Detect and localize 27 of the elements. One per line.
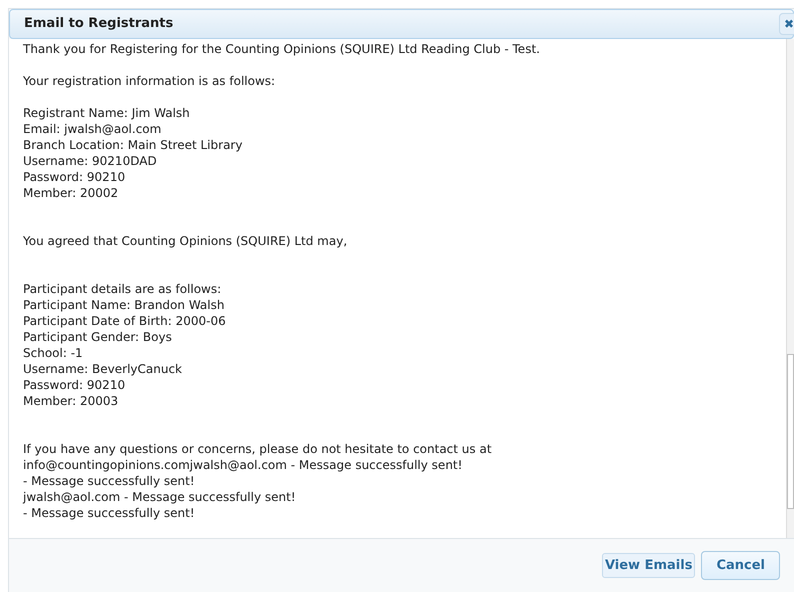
message-line: Registrant Name: Jim Walsh xyxy=(23,105,190,121)
message-line: Email: jwalsh@aol.com xyxy=(23,121,162,137)
message-line: Member: 20003 xyxy=(23,393,118,409)
message-line: Participant Name: Brandon Walsh xyxy=(23,297,224,313)
message-line: You agreed that Counting Opinions (SQUIRE) Ltd may, xyxy=(23,233,348,249)
close-button[interactable]: ✖ xyxy=(779,13,794,35)
message-line: Member: 20002 xyxy=(23,185,118,201)
message-line: Participant Gender: Boys xyxy=(23,329,172,345)
message-line: School: -1 xyxy=(23,345,83,361)
message-line: Branch Location: Main Street Library xyxy=(23,137,242,153)
view-emails-button[interactable]: View Emails xyxy=(602,552,696,578)
message-line: Thank you for Registering for the Counting Opinions (SQUIRE) Ltd Reading Club - Test. xyxy=(23,41,540,57)
message-line: Password: 90210 xyxy=(23,377,126,393)
message-line: jwalsh@aol.com - Message successfully sent! xyxy=(23,489,296,505)
message-line: Username: BeverlyCanuck xyxy=(23,361,182,377)
message-line: info@countingopinions.comjwalsh@aol.com - Message successfully sent! xyxy=(23,457,462,473)
cancel-button[interactable]: Cancel xyxy=(701,550,780,580)
message-line: - Message successfully sent! xyxy=(23,473,195,489)
message-line: Username: 90210DAD xyxy=(23,153,157,169)
message-line: Password: 90210 xyxy=(23,169,126,185)
dialog-title: Email to Registrants xyxy=(24,15,174,34)
scrollbar-thumb[interactable] xyxy=(787,354,794,509)
message-line: Participant Date of Birth: 2000-06 xyxy=(23,313,226,329)
message-line: Your registration information is as follows: xyxy=(23,73,276,89)
message-line: - Message successfully sent! xyxy=(23,505,195,521)
message-line: Participant details are as follows: xyxy=(23,281,222,297)
message-line: If you have any questions or concerns, please do not hesitate to contact us at xyxy=(23,441,492,457)
